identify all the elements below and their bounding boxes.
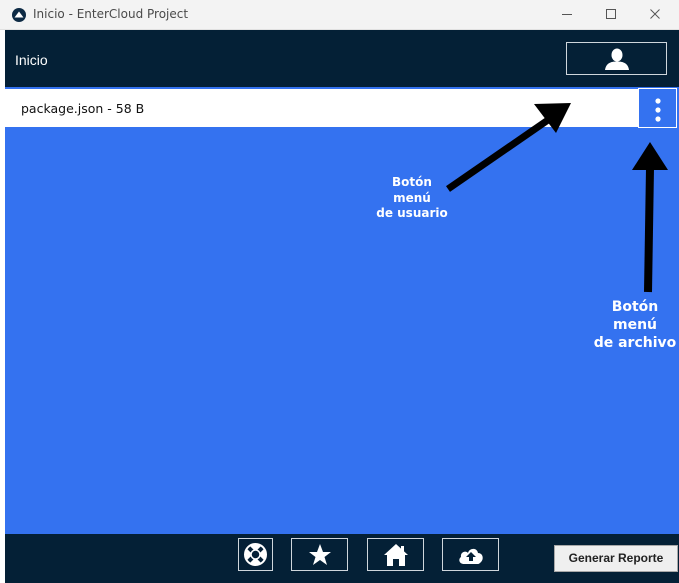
vertical-dots-icon — [655, 98, 661, 122]
minimize-button[interactable] — [545, 0, 591, 30]
home-button[interactable] — [367, 538, 424, 571]
file-name-label: package.json - 58 B — [21, 101, 145, 116]
annotation-line: de usuario — [376, 206, 448, 221]
annotation-line: Botón — [611, 299, 659, 315]
star-icon — [309, 544, 331, 565]
file-area: package.json - 58 B Botón menú de usuari… — [5, 87, 679, 534]
page-title: Inicio — [15, 52, 48, 68]
app-header: Inicio — [5, 30, 679, 87]
annotation-line: menú — [393, 190, 431, 205]
close-icon — [650, 9, 660, 19]
user-icon — [605, 48, 629, 70]
close-button[interactable] — [633, 0, 679, 30]
help-button[interactable] — [238, 538, 273, 571]
bottom-toolbar: Generar Reporte — [5, 534, 679, 583]
user-menu-button[interactable] — [566, 42, 667, 75]
window-title-bar: Inicio - EnterCloud Project — [0, 0, 679, 30]
lifebuoy-icon — [244, 543, 267, 566]
annotation-file-menu: Botón menú de archivo — [580, 298, 679, 353]
favorites-button[interactable] — [291, 538, 348, 571]
annotation-line: Botón — [392, 175, 432, 189]
generate-report-button[interactable]: Generar Reporte — [554, 545, 678, 572]
maximize-button[interactable] — [589, 0, 635, 30]
annotation-user-menu: Botón menú de usuario — [357, 175, 467, 222]
entercloud-logo-icon — [11, 7, 27, 23]
annotation-line: menú — [612, 317, 658, 334]
cloud-upload-icon — [459, 548, 483, 564]
maximize-icon — [606, 9, 616, 19]
window-title: Inicio - EnterCloud Project — [33, 7, 189, 21]
home-icon — [384, 544, 408, 566]
minimize-icon — [562, 14, 572, 15]
file-item[interactable]: package.json - 58 B — [5, 89, 638, 127]
file-menu-button[interactable] — [638, 88, 677, 128]
annotation-line: de archivo — [593, 335, 677, 352]
upload-button[interactable] — [442, 538, 499, 571]
